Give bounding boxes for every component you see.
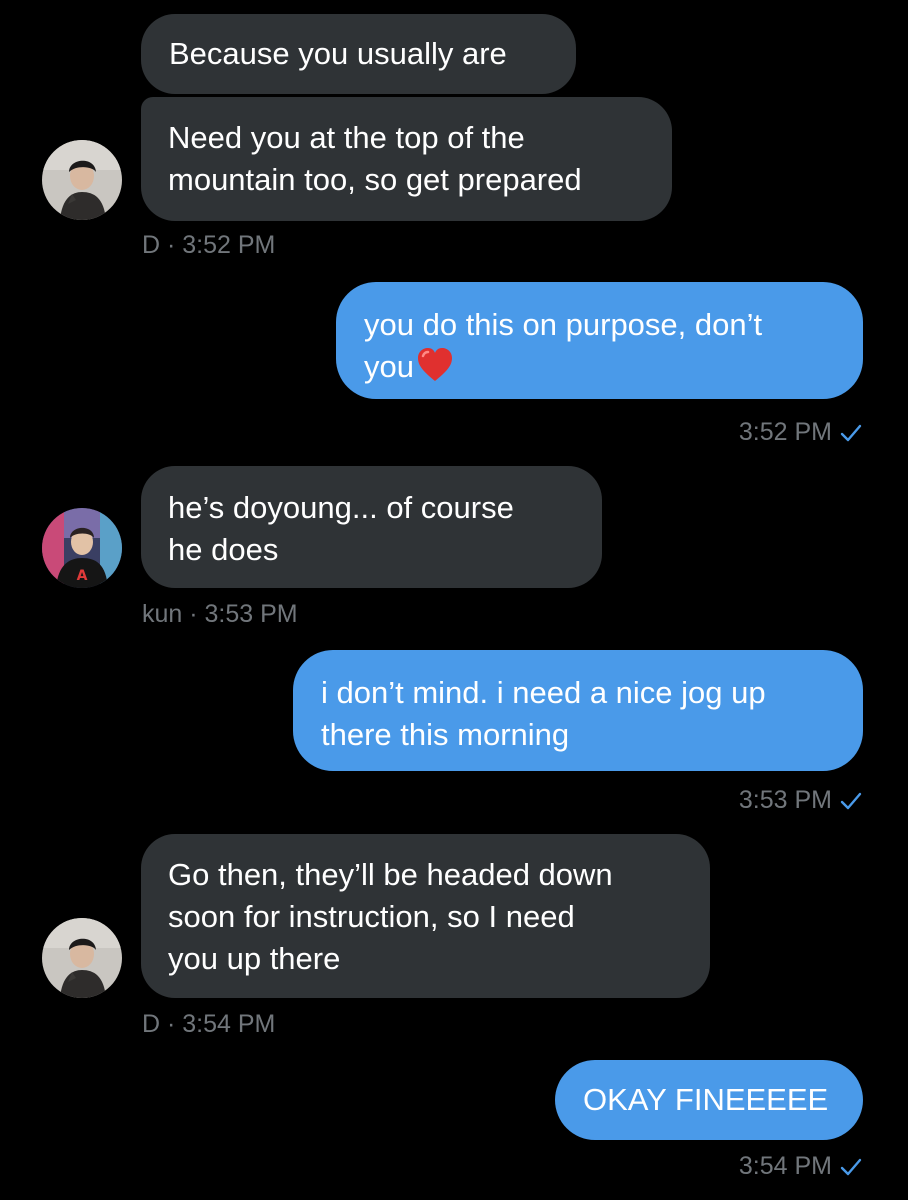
message-meta: 3:53 PM xyxy=(739,785,862,818)
outgoing-message-bubble[interactable]: i don’t mind. i need a nice jog up there… xyxy=(293,650,863,771)
message-meta: 3:52 PM xyxy=(739,417,862,450)
timestamp: 3:53 PM xyxy=(738,786,832,814)
message-meta: D · 3:54 PM xyxy=(142,1010,276,1038)
outgoing-message-bubble[interactable]: OKAY FINEEEEE xyxy=(555,1060,863,1140)
message-text-line: i don’t mind. i need a nice jog up xyxy=(321,675,766,710)
message-text-line: he does xyxy=(168,532,279,567)
message-text-line: you up there xyxy=(168,941,341,976)
message-text-line: mountain too, so get prepared xyxy=(168,162,582,197)
svg-text:A: A xyxy=(77,568,88,584)
message-text-line: soon for instruction, so I need xyxy=(168,899,575,934)
message-meta: 3:54 PM xyxy=(739,1151,862,1184)
message-text: Because you usually are xyxy=(169,36,507,71)
avatar-d[interactable] xyxy=(42,918,122,998)
person-avatar-icon xyxy=(42,140,122,220)
incoming-message-bubble[interactable]: he’s doyoung... of course he does xyxy=(141,466,602,588)
message-text: OKAY FINEEEEE xyxy=(583,1082,829,1117)
avatar-kun[interactable]: A xyxy=(42,508,122,588)
message-text-line: you xyxy=(364,349,414,384)
message-text-line: there this morning xyxy=(321,717,570,752)
person-avatar-icon xyxy=(42,918,122,998)
timestamp: 3:54 PM xyxy=(738,1152,832,1180)
message-meta: kun · 3:53 PM xyxy=(142,600,298,628)
timestamp: 3:52 PM xyxy=(738,418,832,446)
checkmark-icon xyxy=(840,1154,862,1184)
message-text-line: Need you at the top of the xyxy=(168,120,525,155)
message-text-line: he’s doyoung... of course xyxy=(168,490,514,525)
incoming-message-bubble[interactable]: Because you usually are xyxy=(141,14,576,94)
incoming-message-bubble[interactable]: Need you at the top of the mountain too,… xyxy=(141,97,672,221)
avatar-d[interactable] xyxy=(42,140,122,220)
incoming-message-bubble[interactable]: Go then, they’ll be headed down soon for… xyxy=(141,834,710,998)
message-text-line: you do this on purpose, don’t xyxy=(364,307,763,342)
message-text-line: Go then, they’ll be headed down xyxy=(168,857,613,892)
person-avatar-icon: A xyxy=(42,508,122,588)
checkmark-icon xyxy=(840,420,862,450)
message-meta: D · 3:52 PM xyxy=(142,231,276,259)
red-heart-icon xyxy=(416,347,454,394)
checkmark-icon xyxy=(840,788,862,818)
outgoing-message-bubble[interactable]: you do this on purpose, don’t you xyxy=(336,282,863,399)
